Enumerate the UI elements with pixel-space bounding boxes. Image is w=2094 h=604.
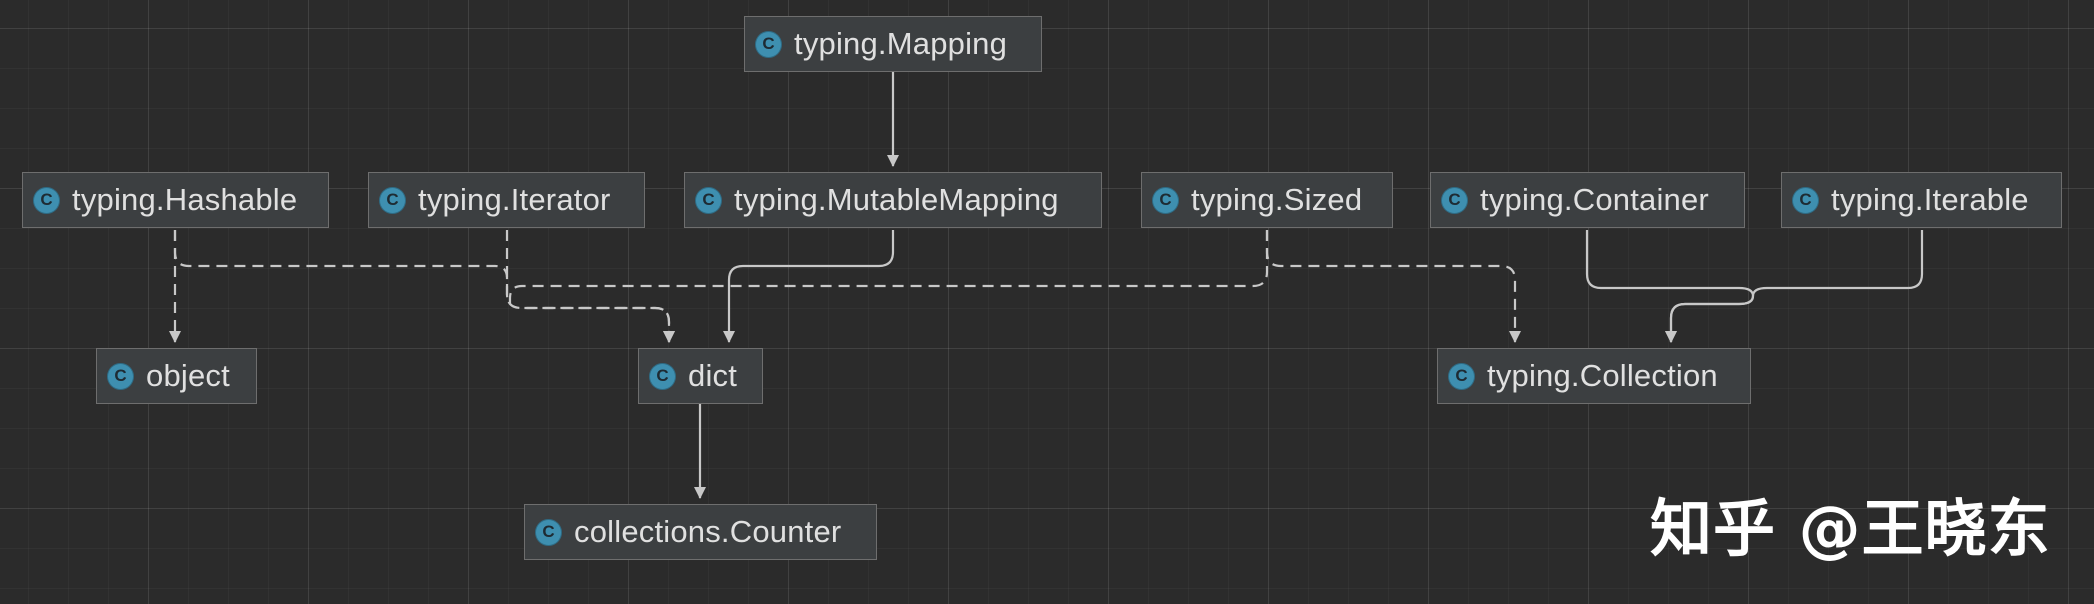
class-c-icon: C (649, 362, 676, 390)
class-c-icon: C (1448, 362, 1475, 390)
edge-sized-collection (1265, 230, 1521, 343)
class-c-icon: C (1441, 186, 1468, 214)
class-node-label: typing.Iterable (1831, 182, 2029, 217)
class-node-typing-mapping[interactable]: C typing.Mapping (744, 16, 1042, 72)
class-node-typing-sized[interactable]: C typing.Sized (1141, 172, 1393, 228)
watermark: 知乎 @王晓东 (1650, 492, 2051, 565)
class-node-collections-counter[interactable]: C collections.Counter (524, 504, 877, 560)
class-node-typing-mutablemapping[interactable]: C typing.MutableMapping (684, 172, 1102, 228)
class-c-icon: C (1152, 186, 1179, 214)
class-c-icon: C (1792, 186, 1819, 214)
class-node-label: typing.Collection (1487, 358, 1718, 393)
edge-iterable-collection (1665, 230, 1924, 343)
class-c-icon: C (695, 186, 722, 214)
class-c-icon: C (379, 186, 406, 214)
class-node-label: typing.Container (1480, 182, 1709, 217)
class-c-icon: C (535, 518, 562, 546)
class-node-label: dict (688, 358, 738, 393)
class-node-typing-iterator[interactable]: C typing.Iterator (368, 172, 645, 228)
class-c-icon: C (33, 186, 60, 214)
class-node-dict[interactable]: C dict (638, 348, 763, 404)
class-node-typing-hashable[interactable]: C typing.Hashable (22, 172, 329, 228)
class-node-object[interactable]: C object (96, 348, 257, 404)
class-node-label: typing.Iterator (418, 182, 611, 217)
class-node-typing-collection[interactable]: C typing.Collection (1437, 348, 1751, 404)
class-node-typing-iterable[interactable]: C typing.Iterable (1781, 172, 2062, 228)
class-node-label: object (146, 358, 230, 393)
edge-sized-dict (508, 230, 1269, 308)
class-node-label: typing.Sized (1191, 182, 1363, 217)
class-c-icon: C (755, 30, 782, 58)
class-node-label: typing.Mapping (794, 26, 1008, 61)
class-node-label: collections.Counter (574, 514, 842, 549)
class-node-label: typing.Hashable (72, 182, 298, 217)
class-c-icon: C (107, 362, 134, 390)
class-node-label: typing.MutableMapping (734, 182, 1059, 217)
class-node-typing-container[interactable]: C typing.Container (1430, 172, 1745, 228)
